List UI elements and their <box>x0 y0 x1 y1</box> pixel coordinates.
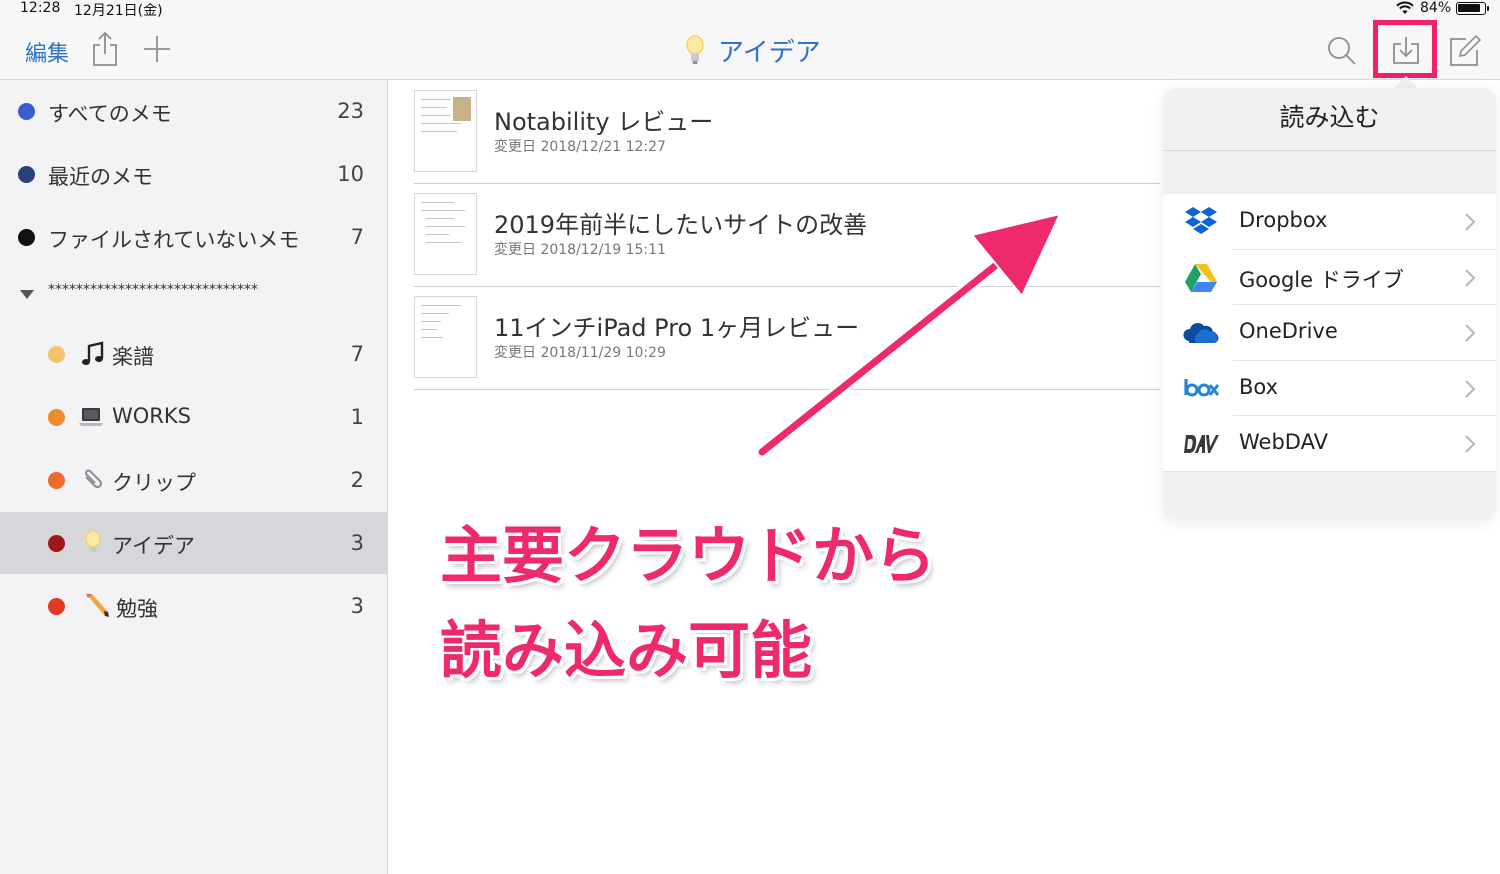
nav-title-group: アイデア <box>684 32 821 68</box>
import-source-label: OneDrive <box>1239 319 1338 344</box>
import-source-onedrive[interactable]: OneDrive <box>1163 305 1496 361</box>
sidebar-item-all-notes[interactable]: すべてのメモ 23 <box>0 80 388 142</box>
paperclip-icon <box>85 469 103 489</box>
search-icon[interactable] <box>1326 35 1358 67</box>
status-date: 12月21日(金) <box>74 3 163 19</box>
battery-icon <box>1456 2 1489 15</box>
color-dot <box>48 409 65 426</box>
chevron-right-icon <box>1465 380 1476 398</box>
import-source-label: Box <box>1239 374 1279 399</box>
google-drive-icon <box>1185 263 1217 292</box>
note-row[interactable]: Notability レビュー 変更日 2018/12/21 12:27 <box>414 80 1160 184</box>
chevron-right-icon <box>1465 213 1476 231</box>
import-source-label: WebDAV <box>1239 430 1328 455</box>
popover-title: 読み込む <box>1279 103 1380 132</box>
import-popover: 読み込む Dropbox Google ドライブ OneDrive Box We… <box>1163 88 1496 520</box>
sidebar-item-count: 3 <box>350 531 364 555</box>
import-source-list: Dropbox Google ドライブ OneDrive Box WebDAV <box>1163 194 1496 472</box>
note-date: 変更日 2018/12/21 12:27 <box>494 139 666 155</box>
sidebar-item-count: 2 <box>350 468 364 492</box>
color-dot <box>48 346 65 363</box>
note-thumbnail <box>414 90 477 172</box>
group-label: ****************************** <box>48 282 258 298</box>
sidebar-item-ideas[interactable]: アイデア 3 <box>0 512 388 574</box>
lightbulb-icon <box>686 35 704 64</box>
divider <box>1163 150 1496 151</box>
import-source-webdav[interactable]: WebDAV <box>1163 416 1496 472</box>
status-bar: 12:28 12月21日(金) 84% <box>0 0 1500 20</box>
wifi-icon <box>1396 1 1414 14</box>
sidebar-item-label: WORKS <box>112 404 191 428</box>
chevron-right-icon <box>1465 324 1476 342</box>
sidebar-item-count: 10 <box>337 162 364 186</box>
sidebar-item-label: アイデア <box>112 534 195 558</box>
import-source-box[interactable]: Box <box>1163 361 1496 417</box>
sidebar-group-header[interactable]: ****************************** <box>0 280 388 310</box>
note-thumbnail <box>414 296 477 378</box>
add-icon[interactable] <box>142 34 172 64</box>
sidebar-item-sheet-music[interactable]: 楽譜 7 <box>0 323 388 385</box>
annotation-text-line2: 読み込み可能 <box>440 614 813 687</box>
music-note-icon <box>82 341 104 365</box>
import-source-label: Dropbox <box>1239 208 1328 232</box>
nav-bar: 編集 アイデア <box>0 20 1500 80</box>
disclosure-triangle-icon[interactable] <box>20 290 34 299</box>
sidebar-item-count: 1 <box>350 405 364 429</box>
laptop-icon <box>79 408 103 426</box>
sidebar-item-study[interactable]: 勉強 3 <box>0 575 388 637</box>
import-source-label: Google ドライブ <box>1239 267 1404 292</box>
chevron-right-icon <box>1465 268 1476 287</box>
color-dot <box>18 103 35 120</box>
import-button[interactable] <box>1373 20 1437 78</box>
color-dot <box>48 472 65 489</box>
color-dot <box>18 166 35 183</box>
import-icon <box>1393 37 1419 64</box>
note-title: Notability レビュー <box>494 108 714 136</box>
lightbulb-icon <box>85 530 101 552</box>
battery-percent: 84% <box>1420 0 1452 16</box>
note-date: 変更日 2018/11/29 10:29 <box>494 345 666 361</box>
sidebar-item-count: 7 <box>350 225 364 249</box>
sidebar-item-unfiled-notes[interactable]: ファイルされていないメモ 7 <box>0 206 388 268</box>
sidebar-item-works[interactable]: WORKS 1 <box>0 386 388 448</box>
sidebar-item-label: クリップ <box>112 471 196 495</box>
color-dot <box>48 535 65 552</box>
sidebar-item-count: 7 <box>350 342 364 366</box>
sidebar-item-label: 勉強 <box>116 597 158 621</box>
sidebar-item-label: 最近のメモ <box>48 165 153 189</box>
color-dot <box>18 229 35 246</box>
color-dot <box>48 598 65 615</box>
import-source-dropbox[interactable]: Dropbox <box>1163 194 1496 250</box>
annotation-text-line1: 主要クラウドから <box>440 519 937 592</box>
webdav-icon <box>1184 435 1219 454</box>
box-icon <box>1184 378 1219 397</box>
sidebar: すべてのメモ 23 最近のメモ 10 ファイルされていないメモ 7 ******… <box>0 80 388 874</box>
page-title: アイデア <box>718 37 821 68</box>
note-date: 変更日 2018/12/19 15:11 <box>494 242 666 258</box>
share-icon[interactable] <box>90 30 120 68</box>
note-thumbnail <box>414 193 477 275</box>
sidebar-item-count: 23 <box>337 99 364 123</box>
annotation-arrow <box>755 212 1062 459</box>
chevron-right-icon <box>1465 435 1476 454</box>
edit-button[interactable]: 編集 <box>25 36 69 68</box>
status-time: 12:28 <box>20 0 61 16</box>
compose-icon[interactable] <box>1448 34 1482 68</box>
dropbox-icon <box>1185 207 1217 234</box>
sidebar-item-clip[interactable]: クリップ 2 <box>0 449 388 511</box>
sidebar-item-label: すべてのメモ <box>48 102 172 126</box>
onedrive-icon <box>1183 323 1219 344</box>
sidebar-item-count: 3 <box>350 594 364 618</box>
import-source-google-drive[interactable]: Google ドライブ <box>1163 250 1496 306</box>
sidebar-item-label: ファイルされていないメモ <box>48 228 300 252</box>
sidebar-item-recent-notes[interactable]: 最近のメモ 10 <box>0 143 388 205</box>
sidebar-item-label: 楽譜 <box>112 345 154 369</box>
pencil-icon <box>86 594 109 617</box>
